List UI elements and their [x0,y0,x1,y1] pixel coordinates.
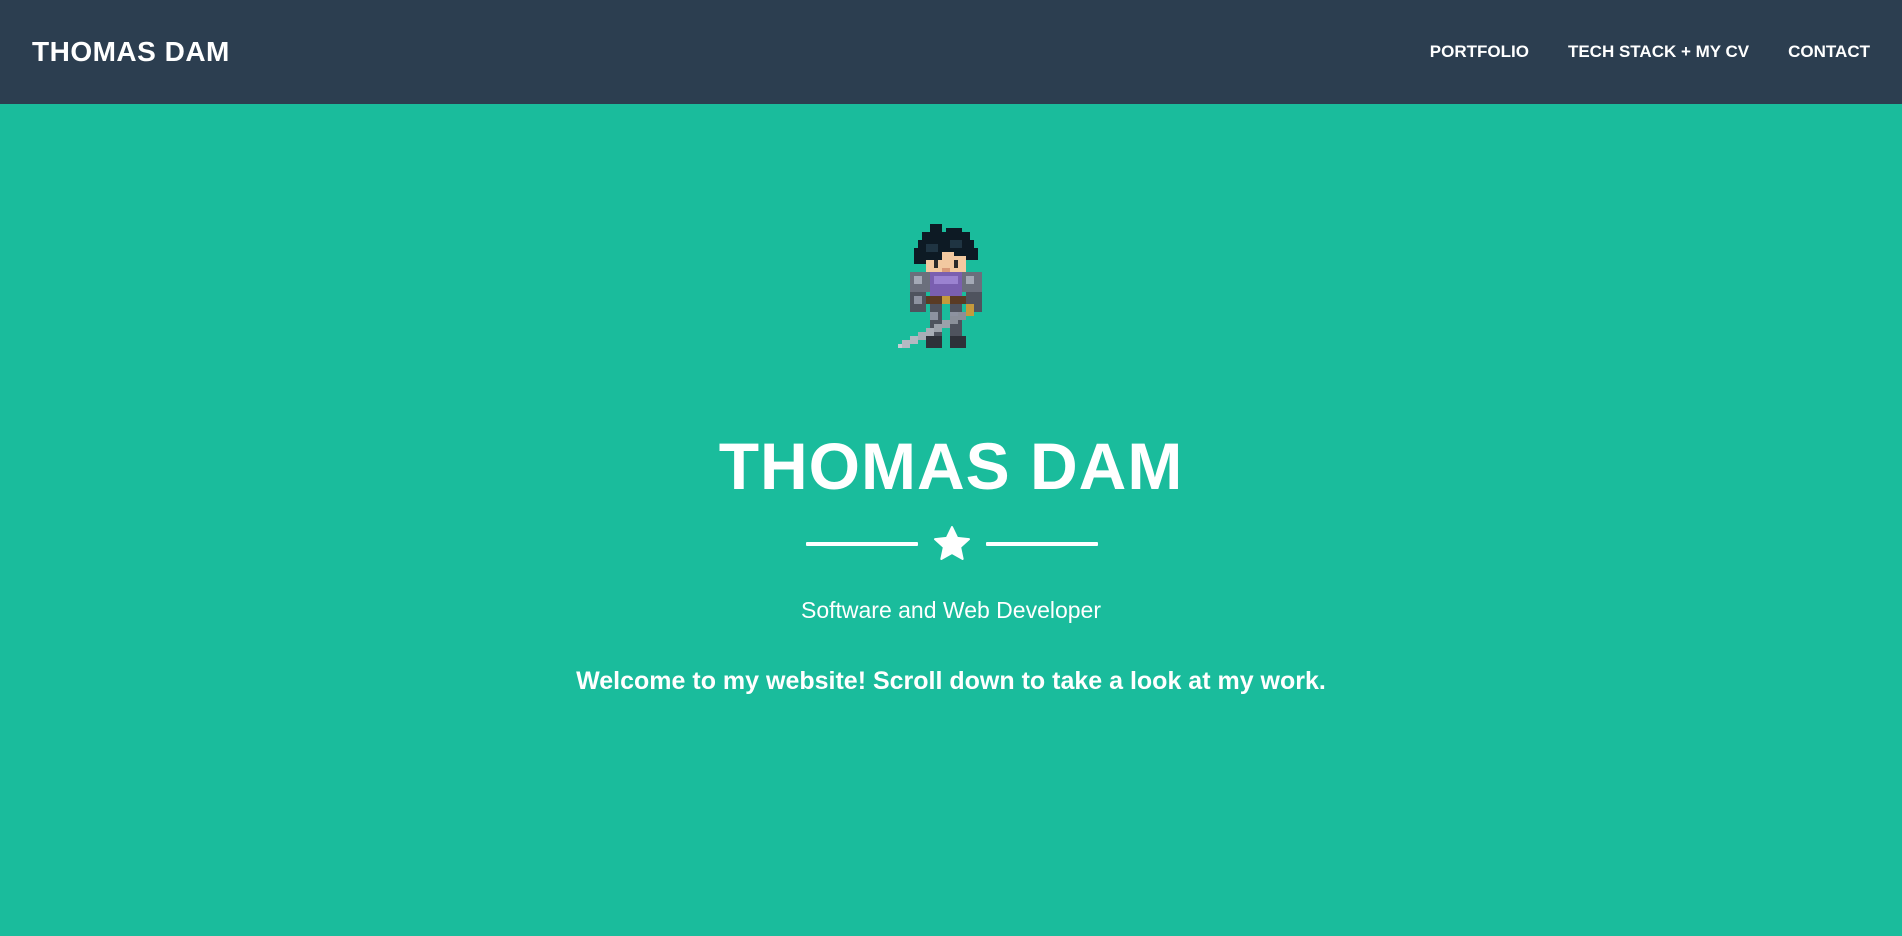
nav-link-contact[interactable]: CONTACT [1788,42,1870,62]
pixel-knight-avatar [898,224,982,348]
nav-link-tech-stack-cv[interactable]: TECH STACK + MY CV [1568,42,1749,62]
star-divider [806,522,1098,566]
navbar: THOMAS DAM PORTFOLIO TECH STACK + MY CV … [0,0,1902,104]
hero-title: THOMAS DAM [718,429,1184,503]
star-icon [934,526,970,560]
hero-section: THOMAS DAM Software and Web Developer We… [0,104,1902,936]
brand-link[interactable]: THOMAS DAM [32,0,230,104]
nav-links: PORTFOLIO TECH STACK + MY CV CONTACT [1391,0,1870,104]
hero-subtitle: Software and Web Developer [800,597,1102,623]
divider-line-left [806,542,918,546]
divider-line-right [986,542,1098,546]
welcome-message: Welcome to my website! Scroll down to ta… [576,667,1326,695]
nav-link-portfolio[interactable]: PORTFOLIO [1430,42,1529,62]
